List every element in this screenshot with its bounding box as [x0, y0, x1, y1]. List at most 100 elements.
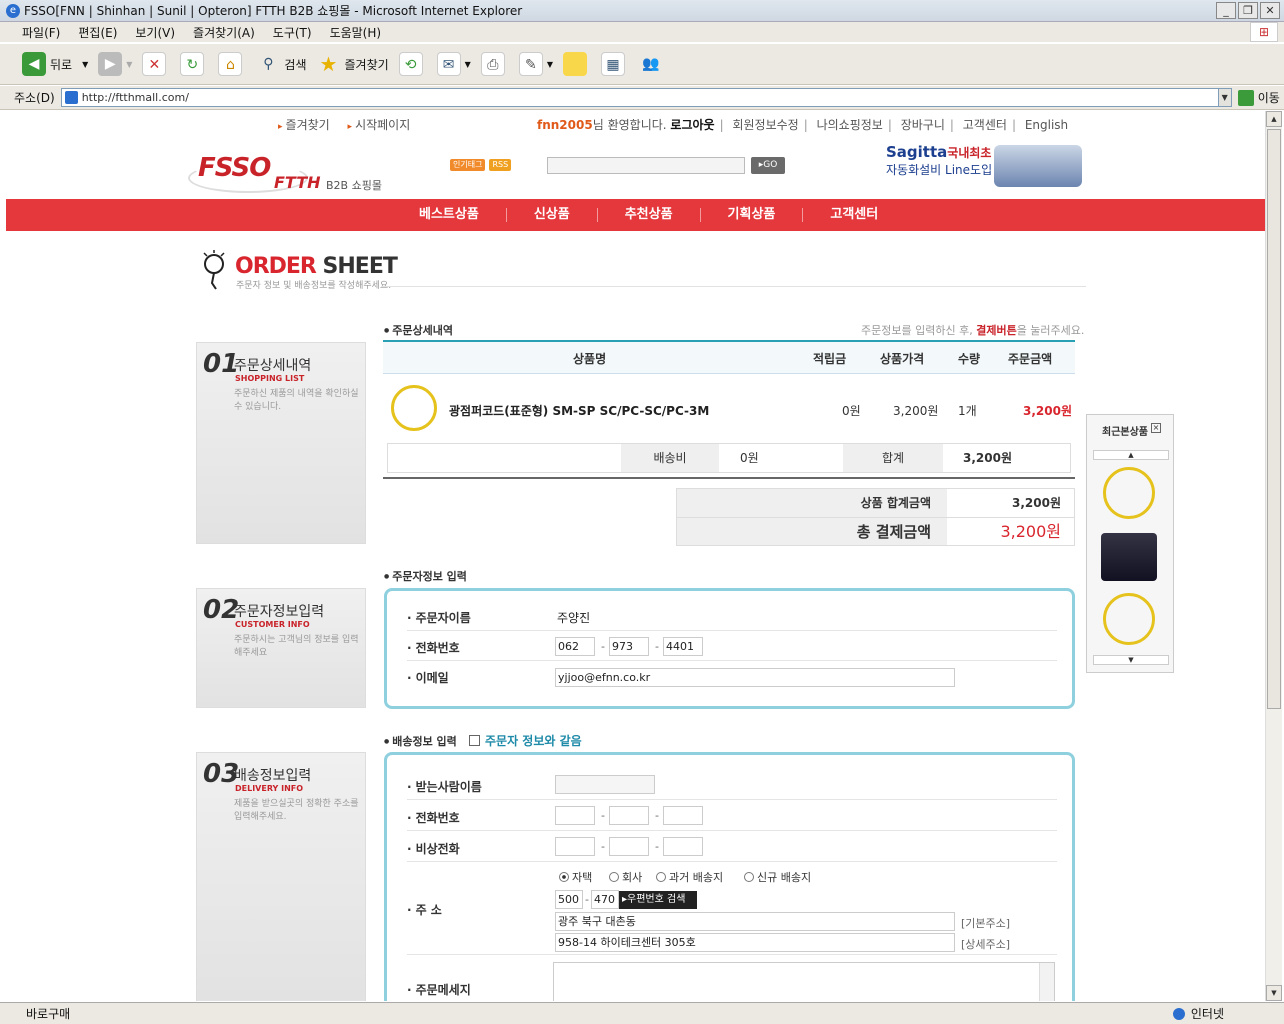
edit-profile-link[interactable]: 회원정보수정: [732, 118, 798, 132]
go-button[interactable]: 이동: [1237, 89, 1280, 106]
phone-field-3[interactable]: 4401: [663, 637, 703, 656]
research-button[interactable]: ▦: [600, 52, 629, 76]
recipient-field[interactable]: [555, 775, 655, 794]
delivery-phone-2[interactable]: [609, 806, 649, 825]
message-scrollbar[interactable]: [1039, 963, 1054, 1001]
home-button[interactable]: ⌂: [218, 52, 246, 76]
email-field[interactable]: yjjoo@efnn.co.kr: [555, 668, 955, 687]
address-dropdown[interactable]: ▼: [1217, 88, 1232, 107]
phone-field-2[interactable]: 973: [609, 637, 649, 656]
delivery-phone-3[interactable]: [663, 806, 703, 825]
search-button[interactable]: ⚲ 검색: [256, 52, 306, 76]
scroll-thumb[interactable]: [1267, 129, 1281, 709]
emergency-phone-2[interactable]: [609, 837, 649, 856]
product-name[interactable]: 광점퍼코드(표준형) SM-SP SC/PC-SC/PC-3M: [449, 402, 709, 419]
zip-field-2[interactable]: 470: [591, 890, 619, 909]
history-button[interactable]: ⟲: [398, 52, 427, 76]
popular-tag-button[interactable]: 인기태그: [450, 159, 486, 171]
scroll-down-button[interactable]: ▼: [1266, 985, 1282, 1001]
start-page-link[interactable]: 시작페이지: [348, 118, 411, 132]
emergency-phone-row: 비상전화 - -: [407, 832, 1057, 862]
menu-file[interactable]: 파일(F): [22, 24, 60, 41]
emergency-phone-1[interactable]: [555, 837, 595, 856]
phone-field-1[interactable]: 062: [555, 637, 595, 656]
order-message-textarea[interactable]: [553, 962, 1055, 1001]
window-title: FSSO[FNN | Shinhan | Sunil | Opteron] FT…: [24, 4, 523, 18]
research-icon: ▦: [600, 52, 625, 76]
mail-button[interactable]: ✉ ▼: [436, 52, 471, 76]
section-02-box: 02 주문자정보입력 CUSTOMER INFO 주문하시는 고객님의 정보를 …: [196, 588, 366, 708]
product-price: 3,200원: [893, 404, 939, 418]
my-shopping-link[interactable]: 나의쇼핑정보: [817, 118, 883, 132]
recent-up-button[interactable]: ▲: [1093, 450, 1169, 460]
messenger-button[interactable]: 👥: [639, 52, 667, 76]
zip-search-button[interactable]: ▸우편번호 검색: [619, 891, 697, 909]
address-basic-field[interactable]: 광주 북구 대촌동: [555, 912, 955, 931]
nav-special[interactable]: 기획상품: [701, 208, 804, 222]
english-link[interactable]: English: [1025, 118, 1068, 132]
recent-item-3[interactable]: [1103, 593, 1155, 645]
windows-logo-icon: ⊞: [1250, 22, 1278, 42]
section-03-box: 03 배송정보입력 DELIVERY INFO 제품을 받으실곳의 정확한 주소…: [196, 752, 366, 1001]
address-input[interactable]: http://ftthmall.com/: [60, 88, 1219, 107]
menu-edit[interactable]: 편집(E): [78, 24, 117, 41]
search-go-button[interactable]: ▸GO: [751, 157, 785, 174]
favorites-button[interactable]: ★ 즐겨찾기: [317, 52, 389, 76]
menu-tools[interactable]: 도구(T): [273, 24, 312, 41]
edit-button[interactable]: ✎ ▼: [518, 52, 553, 76]
recent-close-icon[interactable]: ×: [1151, 423, 1161, 433]
minimize-button[interactable]: _: [1216, 2, 1236, 19]
print-button[interactable]: ⎙: [480, 52, 509, 76]
zip-field-1[interactable]: 500: [555, 890, 583, 909]
product-thumbnail[interactable]: [391, 385, 437, 431]
messenger-icon: 👥: [642, 56, 660, 72]
radio-home[interactable]: 자택: [559, 869, 592, 885]
nav-best[interactable]: 베스트상품: [392, 208, 507, 222]
forward-dropdown-icon[interactable]: ▼: [126, 60, 132, 69]
address-detail-field[interactable]: 958-14 하이테크센터 305호: [555, 933, 955, 952]
refresh-button[interactable]: ↻: [180, 52, 208, 76]
menu-view[interactable]: 보기(V): [135, 24, 175, 41]
stop-button[interactable]: ✕: [142, 52, 170, 76]
customer-center-link[interactable]: 고객센터: [963, 118, 1007, 132]
cart-link[interactable]: 장바구니: [901, 118, 945, 132]
same-as-customer-label[interactable]: 주문자 정보와 같음: [485, 732, 582, 749]
address-bar: 주소(D) http://ftthmall.com/ ▼ 이동: [0, 86, 1284, 110]
maximize-button[interactable]: ❐: [1238, 2, 1258, 19]
back-arrow-icon: ◀: [22, 52, 46, 76]
back-dropdown-icon[interactable]: ▼: [82, 60, 88, 69]
radio-past-address[interactable]: 과거 배송지: [656, 869, 723, 885]
top-links: 즐겨찾기 시작페이지: [278, 116, 424, 133]
recent-item-2[interactable]: [1101, 533, 1157, 581]
section-01-box: 01 주문상세내역 SHOPPING LIST 주문하신 제품의 내역을 확인하…: [196, 342, 366, 544]
nav-new[interactable]: 신상품: [507, 208, 598, 222]
delivery-phone-1[interactable]: [555, 806, 595, 825]
customer-info-box: 주문자이름 주양진 전화번호 062 - 973 - 4401 이메일 yjjo…: [384, 588, 1075, 709]
page-scrollbar[interactable]: ▲ ▼: [1265, 111, 1282, 1001]
totals-box: 상품 합계금액 3,200원 총 결제금액 3,200원: [676, 488, 1075, 546]
search-input[interactable]: [547, 157, 745, 174]
logout-link[interactable]: 로그아웃: [670, 118, 714, 132]
back-button[interactable]: ◀ 뒤로 ▼: [22, 52, 88, 76]
menu-favorites[interactable]: 즐겨찾기(A): [193, 24, 255, 41]
recipient-row: 받는사람이름: [407, 770, 1057, 800]
recent-item-1[interactable]: [1103, 467, 1155, 519]
radio-company[interactable]: 회사: [609, 869, 642, 885]
sagitta-banner[interactable]: Sagitta국내최초 자동화설비 Line도입: [886, 143, 1086, 189]
scroll-up-button[interactable]: ▲: [1266, 111, 1282, 127]
forward-button[interactable]: ▶ ▼: [98, 52, 132, 76]
nav-customer-center[interactable]: 고객센터: [803, 208, 905, 222]
site-logo[interactable]: FSSO FTTH B2B 쇼핑몰: [188, 149, 388, 194]
menu-help[interactable]: 도움말(H): [330, 24, 382, 41]
radio-new-address[interactable]: 신규 배송지: [744, 869, 811, 885]
same-as-customer-checkbox[interactable]: [469, 735, 480, 746]
recent-down-button[interactable]: ▼: [1093, 655, 1169, 665]
nav-recommended[interactable]: 추천상품: [598, 208, 701, 222]
emergency-phone-3[interactable]: [663, 837, 703, 856]
menu-bar: 파일(F) 편집(E) 보기(V) 즐겨찾기(A) 도구(T) 도움말(H): [0, 22, 1284, 42]
recent-title: 최근본상품: [1102, 427, 1148, 438]
rss-button[interactable]: RSS: [489, 159, 512, 171]
notes-button[interactable]: [562, 52, 591, 76]
close-button[interactable]: ✕: [1260, 2, 1280, 19]
add-favorite-link[interactable]: 즐겨찾기: [278, 118, 330, 132]
